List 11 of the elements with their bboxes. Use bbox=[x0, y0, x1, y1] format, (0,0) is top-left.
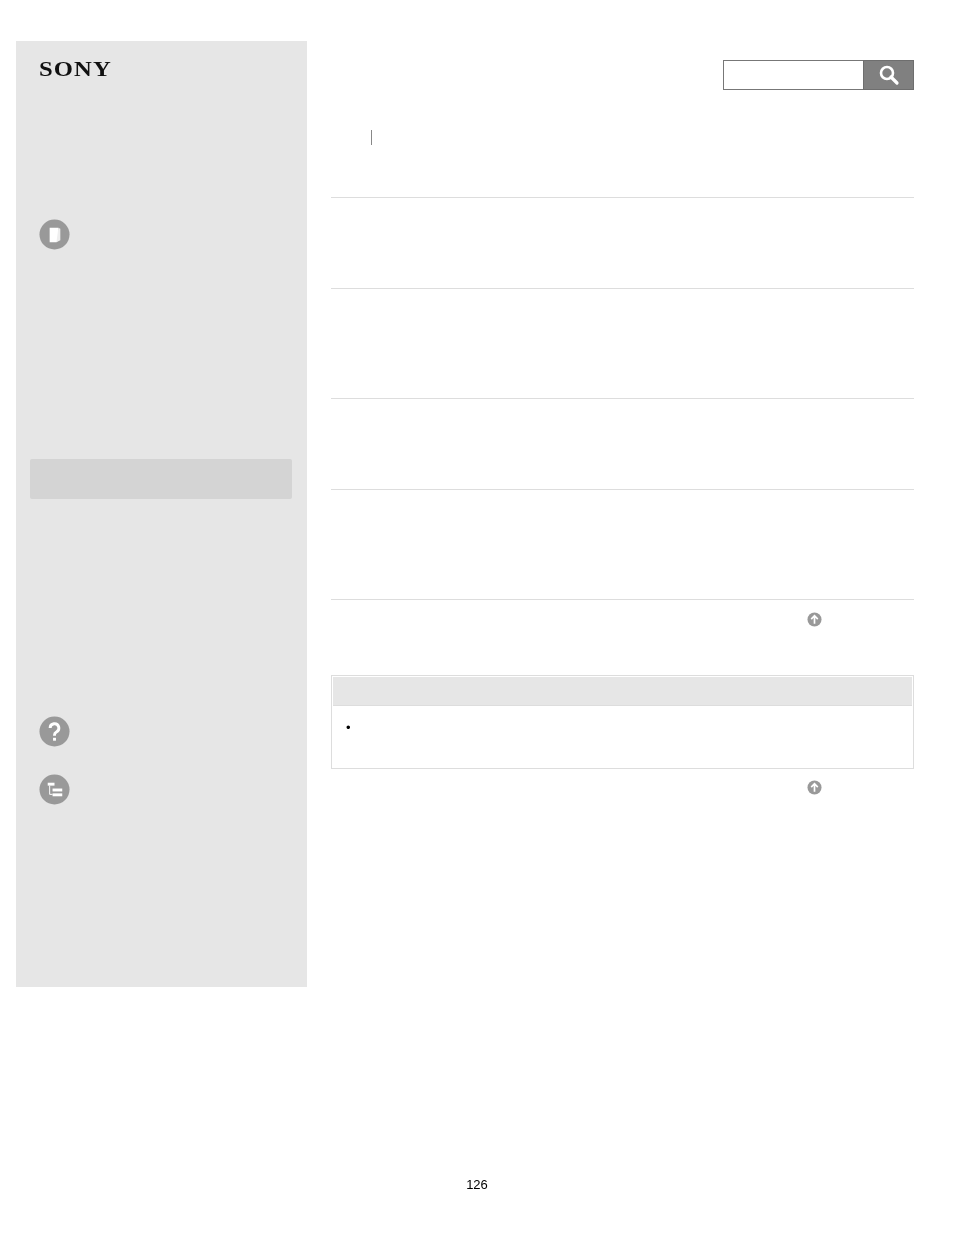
up-arrow-icon[interactable] bbox=[807, 780, 822, 795]
logo: SONY bbox=[39, 58, 112, 80]
search-field[interactable] bbox=[723, 60, 863, 90]
search-icon bbox=[877, 64, 900, 86]
up-arrow-icon[interactable] bbox=[807, 612, 822, 627]
tree-icon[interactable] bbox=[39, 774, 70, 805]
page-number: 126 bbox=[466, 1177, 488, 1192]
help-icon[interactable] bbox=[39, 716, 70, 747]
search-button[interactable] bbox=[863, 60, 914, 90]
bullet: • bbox=[346, 720, 351, 735]
book-icon[interactable] bbox=[39, 219, 70, 250]
